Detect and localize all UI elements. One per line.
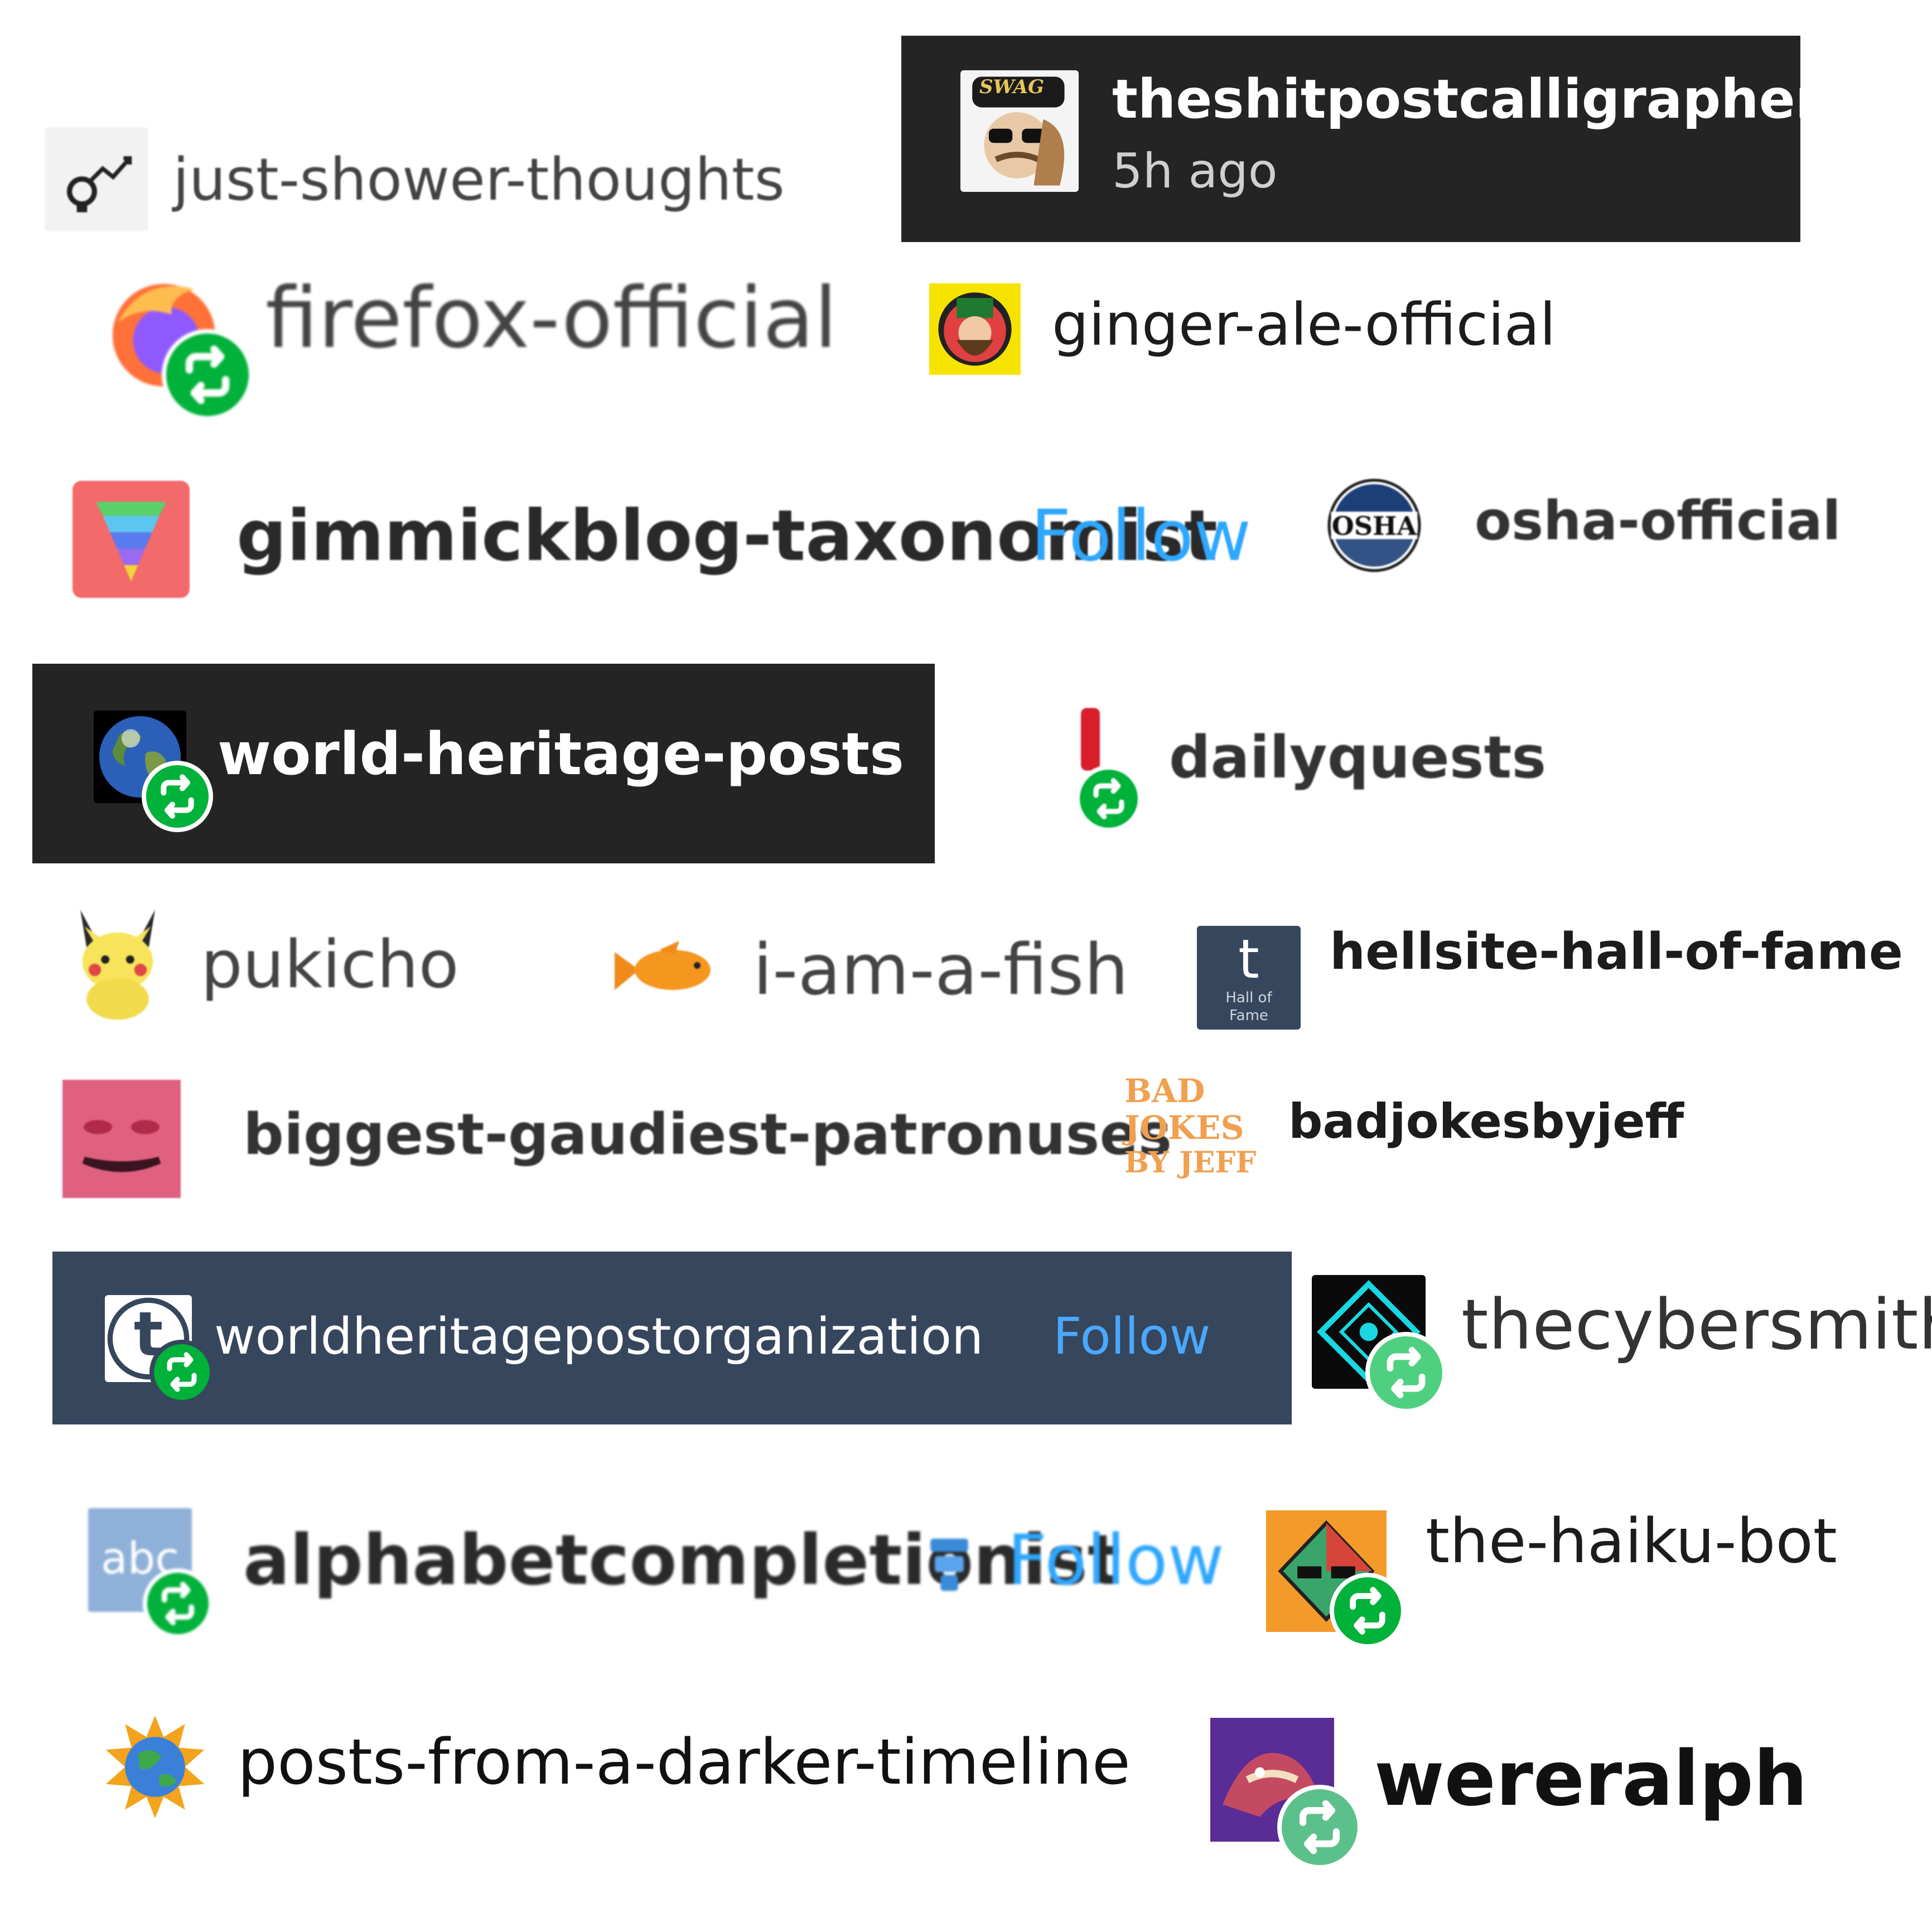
reblog-badge-icon [1365, 1332, 1447, 1413]
bad-jokes-logo-line-1: BAD [1124, 1072, 1205, 1110]
blog-avatar[interactable] [929, 283, 1021, 375]
blog-name[interactable]: theshitpostcalligrapher [1112, 73, 1822, 126]
blog-avatar[interactable] [45, 127, 148, 231]
goldfish-icon [615, 941, 711, 990]
leprechaun-icon [938, 292, 1012, 366]
blog-avatar[interactable]: BAD JOKES BY JEFF [1124, 1072, 1258, 1187]
reblog-badge-icon [1277, 1785, 1362, 1870]
blog-avatar[interactable] [608, 934, 719, 1006]
blog-name[interactable]: osha-official [1475, 494, 1841, 548]
blog-avatar[interactable]: OSHA [1325, 476, 1423, 574]
reblog-badge-icon [143, 1568, 213, 1639]
verified-badge-icon [911, 1527, 987, 1600]
hall-of-fame-text-2: Fame [1229, 1007, 1268, 1024]
follow-button[interactable]: Follow [1031, 501, 1251, 571]
blog-avatar[interactable] [73, 481, 190, 598]
blog-name[interactable]: biggest-gaudiest-patronuses [243, 1107, 1172, 1163]
blog-name[interactable]: just-shower-thoughts [173, 151, 785, 209]
follow-button[interactable]: Follow [1007, 1526, 1224, 1595]
blog-header-theshitpostcalligrapher: SWAG theshitpostcalligrapher 5h ago [901, 36, 1822, 242]
rainbow-funnel-icon [96, 501, 166, 582]
blog-avatar[interactable]: SWAG [960, 70, 1079, 192]
tumblr-t-logo: t [1238, 928, 1259, 991]
blog-name[interactable]: world-heritage-posts [218, 725, 904, 783]
exploding-earth-icon [105, 1715, 205, 1819]
lightbulb-graph-icon [66, 156, 132, 212]
blog-name[interactable]: worldheritagepostorganization [214, 1312, 983, 1362]
blog-avatar[interactable]: t Hall of Fame [1197, 926, 1301, 1030]
cap-text: SWAG [979, 76, 1044, 98]
blog-name[interactable]: i-am-a-fish [753, 935, 1128, 1005]
blog-name[interactable]: ginger-ale-official [1052, 296, 1556, 354]
blog-avatar[interactable] [62, 1080, 181, 1198]
blog-name[interactable]: the-haiku-bot [1426, 1510, 1837, 1572]
reblog-badge-icon [149, 1340, 214, 1404]
blog-name[interactable]: thecybersmith [1461, 1291, 1932, 1360]
reblog-badge-icon [1075, 765, 1142, 832]
blog-avatar[interactable] [66, 904, 170, 1022]
blog-header-world-heritage-posts: world-heritage-posts [32, 664, 935, 863]
blog-name[interactable]: alphabetcompletionist [243, 1526, 1120, 1595]
blog-name[interactable]: badjokesbyjeff [1288, 1098, 1684, 1146]
post-time: 5h ago [1112, 143, 1278, 199]
osha-logo-text: OSHA [1331, 511, 1417, 541]
follow-button[interactable]: Follow [1053, 1312, 1210, 1362]
weird-face-icon [82, 1120, 161, 1172]
blog-name[interactable]: hellsite-hall-of-fame [1330, 927, 1903, 977]
hall-of-fame-text-1: Hall of [1225, 989, 1272, 1006]
blog-avatar[interactable] [102, 1713, 209, 1820]
bad-jokes-logo-line-2: JOKES [1124, 1109, 1244, 1147]
blog-header-worldheritagepostorganization: t worldheritagepostorganization Follow [52, 1252, 1292, 1424]
reblog-badge-icon [1330, 1573, 1405, 1649]
blog-name[interactable]: firefox-official [265, 277, 837, 360]
blog-name[interactable]: posts-from-a-darker-timeline [238, 1731, 1131, 1794]
pikachu-plush-icon [80, 910, 155, 1020]
blog-name[interactable]: wereralph [1374, 1741, 1808, 1817]
blog-name[interactable]: pukicho [201, 931, 459, 997]
blog-name[interactable]: dailyquests [1169, 728, 1546, 786]
reblog-badge-icon [162, 329, 253, 421]
reblog-badge-icon [142, 761, 213, 832]
bad-jokes-logo-line-3: BY JEFF [1124, 1146, 1257, 1180]
